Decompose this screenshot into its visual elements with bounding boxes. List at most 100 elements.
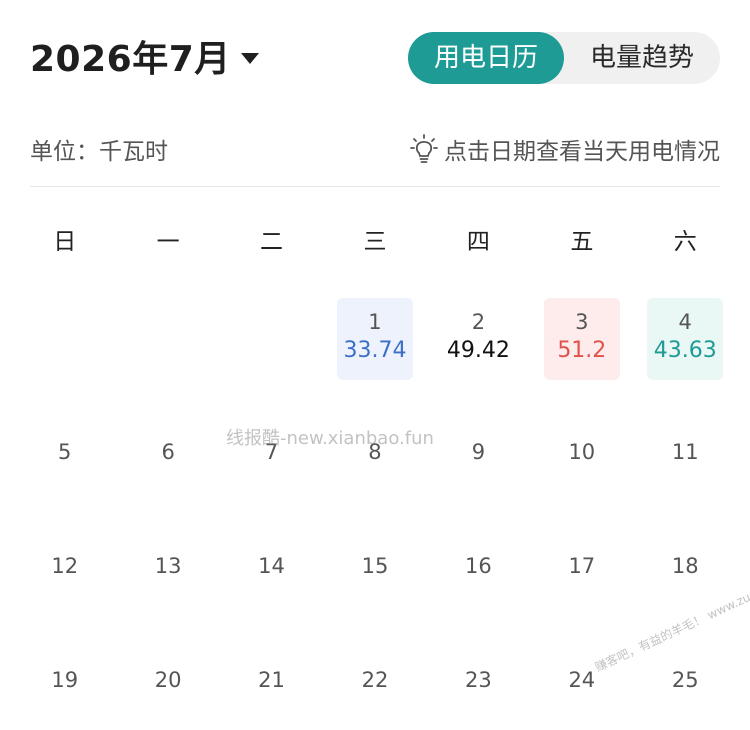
day-number: 20 [154, 668, 182, 692]
day-usage-value: 51.2 [557, 338, 607, 363]
weekday-label: 一 [156, 229, 180, 255]
weekday-label: 四 [466, 229, 490, 255]
day-usage-value: 43.63 [653, 338, 717, 363]
lightbulb-icon [410, 134, 438, 163]
day-number: 8 [368, 440, 382, 464]
day-number: 6 [161, 440, 175, 464]
month-picker[interactable]: 2026年7月 [30, 30, 259, 82]
day-10[interactable]: 10 [544, 412, 620, 494]
calendar-cell: 17 [530, 526, 633, 640]
day-19[interactable]: 19 [27, 640, 103, 722]
day-number: 16 [465, 554, 492, 578]
calendar-cell: 16 [427, 526, 530, 640]
day-number: 1 [368, 310, 382, 334]
tab-calendar[interactable]: 用电日历 [408, 32, 564, 84]
unit-label: 单位：千瓦时 [30, 139, 168, 165]
day-21[interactable]: 21 [234, 640, 310, 722]
day-number: 23 [465, 668, 492, 692]
calendar-cell: 6 [116, 412, 219, 526]
day-number: 24 [568, 668, 596, 692]
calendar-cell: 8 [323, 412, 426, 526]
day-number: 5 [58, 440, 72, 464]
day-22[interactable]: 22 [337, 640, 413, 722]
caret-down-icon [240, 52, 259, 64]
day-number: 18 [671, 554, 699, 578]
calendar-cell: 25 [634, 640, 737, 730]
day-8[interactable]: 8 [337, 412, 413, 494]
day-16[interactable]: 16 [440, 526, 516, 608]
day-2[interactable]: 2 49.42 [440, 298, 516, 380]
tab-trend[interactable]: 电量趋势 [564, 32, 720, 84]
day-23[interactable]: 23 [440, 640, 516, 722]
calendar-cell: 18 [634, 526, 737, 640]
calendar-cell: 19 [13, 640, 116, 730]
hint-text: 点击日期查看当天用电情况 [444, 139, 720, 165]
calendar-cell: 13 [116, 526, 219, 640]
day-number: 12 [51, 554, 79, 578]
day-20[interactable]: 20 [130, 640, 206, 722]
calendar-grid: 1 33.74 2 49.42 3 51.2 4 43.63 5 6 7 8 9 10 11 12 13 14 15… [13, 298, 737, 730]
calendar-cell: 21 [220, 640, 323, 730]
day-18[interactable]: 18 [647, 526, 723, 608]
info-row: 单位：千瓦时 点击日期查看当天用电情况 [30, 128, 720, 168]
day-number: 13 [154, 554, 182, 578]
day-number: 21 [258, 668, 285, 692]
day-number: 7 [264, 440, 279, 464]
weekday-header: 日一二三四五六 [13, 222, 737, 262]
calendar-cell: 23 [427, 640, 530, 730]
day-6[interactable]: 6 [130, 412, 206, 494]
calendar-cell: 7 [220, 412, 323, 526]
calendar-cell: 5 [13, 412, 116, 526]
day-number: 22 [361, 668, 389, 692]
calendar-cell: 4 43.63 [634, 298, 737, 412]
calendar-cell: 22 [323, 640, 426, 730]
day-number: 2 [471, 310, 486, 334]
calendar-cell: 12 [13, 526, 116, 640]
weekday-label: 五 [570, 229, 594, 255]
day-number: 3 [575, 310, 589, 334]
calendar-cell: 15 [323, 526, 426, 640]
day-number: 19 [51, 668, 79, 692]
day-25[interactable]: 25 [647, 640, 723, 722]
calendar-cell: 2 49.42 [427, 298, 530, 412]
day-12[interactable]: 12 [27, 526, 103, 608]
day-14[interactable]: 14 [234, 526, 310, 608]
weekday-label: 六 [673, 229, 697, 255]
day-24[interactable]: 24 [544, 640, 620, 722]
view-tabs: 用电日历 电量趋势 [408, 32, 720, 84]
day-number: 25 [671, 668, 699, 692]
day-17[interactable]: 17 [544, 526, 620, 608]
day-number: 9 [471, 440, 486, 464]
calendar-cell: 11 [634, 412, 737, 526]
calendar-cell: 3 51.2 [530, 298, 633, 412]
weekday-label: 三 [363, 229, 387, 255]
empty-cell [116, 298, 219, 412]
calendar-header: 2026年7月 用电日历 电量趋势 [30, 28, 720, 84]
month-title: 2026年7月 [30, 39, 231, 80]
day-number: 11 [671, 440, 699, 464]
empty-cell [13, 298, 116, 412]
calendar-cell: 10 [530, 412, 633, 526]
day-number: 10 [568, 440, 596, 464]
day-number: 17 [568, 554, 596, 578]
day-3[interactable]: 3 51.2 [543, 298, 620, 380]
day-11[interactable]: 11 [647, 412, 723, 494]
day-7[interactable]: 7 [234, 412, 310, 494]
hint: 点击日期查看当天用电情况 [410, 132, 720, 166]
calendar-cell: 20 [116, 640, 219, 730]
day-15[interactable]: 15 [337, 526, 413, 608]
day-usage-value: 49.42 [446, 338, 510, 363]
weekday-label: 日 [53, 229, 77, 255]
day-13[interactable]: 13 [130, 526, 206, 608]
day-number: 4 [678, 310, 692, 334]
day-4[interactable]: 4 43.63 [647, 298, 724, 380]
calendar-cell: 24 [530, 640, 633, 730]
day-1[interactable]: 1 33.74 [336, 298, 413, 380]
day-9[interactable]: 9 [440, 412, 516, 494]
day-number: 14 [258, 554, 285, 578]
divider [30, 186, 720, 187]
empty-cell [220, 298, 323, 412]
day-5[interactable]: 5 [27, 412, 103, 494]
calendar-cell: 14 [220, 526, 323, 640]
day-number: 15 [361, 554, 389, 578]
